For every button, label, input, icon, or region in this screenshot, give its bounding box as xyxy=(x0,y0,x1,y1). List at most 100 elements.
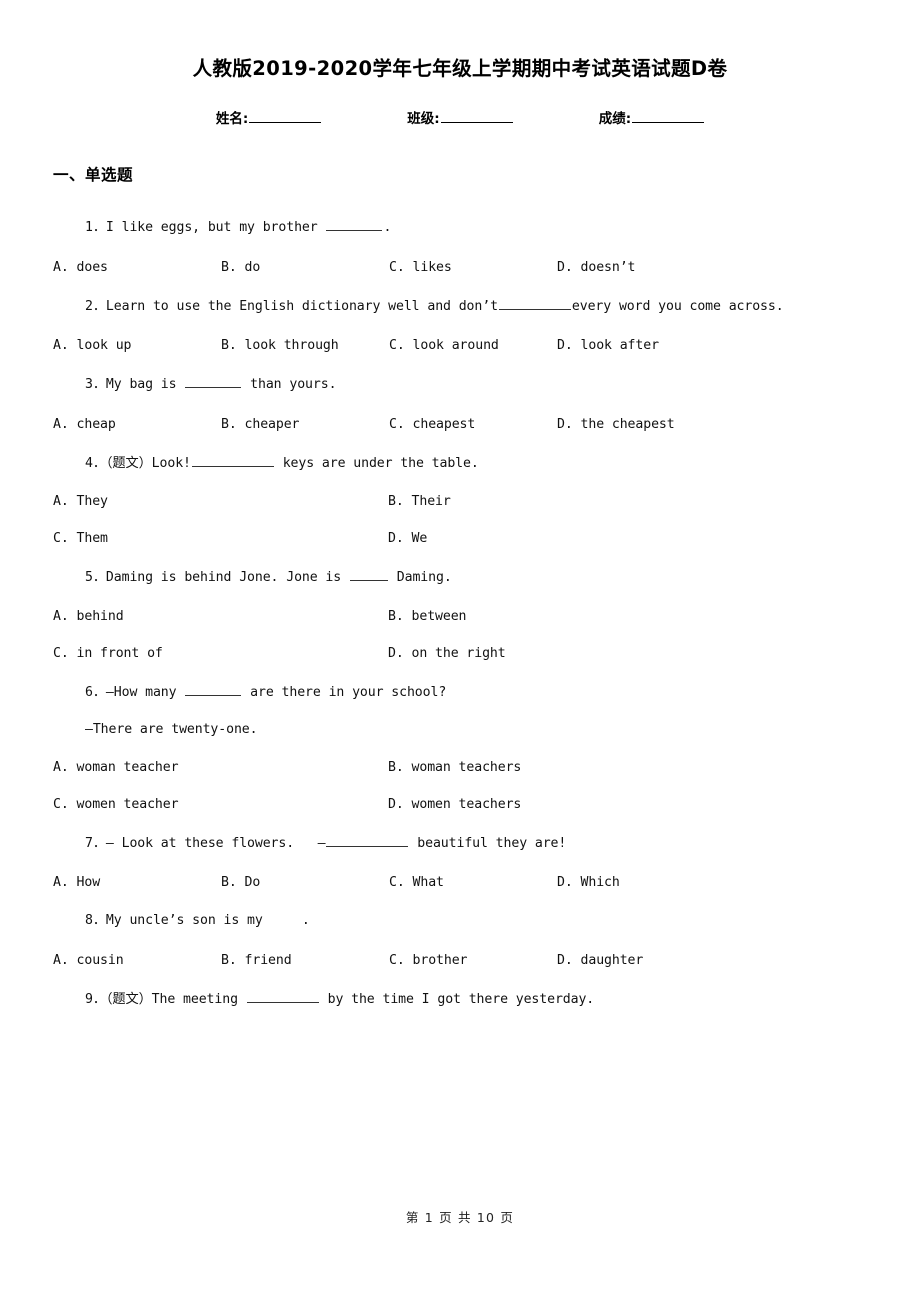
option-choice[interactable]: C. women teacher xyxy=(53,797,388,812)
option-group: A. behind B. between C. in front of D. on t… xyxy=(0,598,920,672)
option-choice[interactable]: B. Their xyxy=(388,494,723,509)
exam-page: 人教版2019-2020学年七年级上学期期中考试英语试题D卷 姓名: 班级: 成… xyxy=(0,0,920,1302)
page-footer: 第 1 页 共 10 页 xyxy=(405,1210,515,1225)
option-row: A. behind B. between xyxy=(53,598,920,635)
answer-blank[interactable] xyxy=(191,455,274,467)
student-name-blank[interactable] xyxy=(249,108,322,124)
question-block: 4．（题文）Look! keys are under the table. A. … xyxy=(0,443,920,558)
option-choice[interactable]: C. look around xyxy=(389,338,557,353)
question-stem-text: 2．Learn to use the English dictionary we… xyxy=(85,298,498,314)
answer-blank[interactable] xyxy=(185,684,242,696)
question-stem-tail: . xyxy=(383,220,392,236)
answer-blank[interactable] xyxy=(349,569,388,582)
answer-blank[interactable] xyxy=(185,376,242,389)
option-choice[interactable]: D. women teachers xyxy=(388,797,723,812)
question-stem-tail: by the time I got there yesterday. xyxy=(319,991,595,1007)
option-choice[interactable]: B. cheaper xyxy=(221,417,389,432)
question-stem-text: 6．—How many xyxy=(85,684,185,700)
option-row: A. cousin B. friend C. brother D. daughter xyxy=(53,941,920,979)
question-stem: 1．I like eggs, but my brother . xyxy=(0,207,920,248)
question-stem-text: 1．I like eggs, but my brother xyxy=(85,220,326,236)
option-group: A. does B. do C. likes D. doesn’t xyxy=(0,248,920,286)
option-row: C. women teacher D. women teachers xyxy=(53,786,920,823)
question-stem-text: 7．— Look at these flowers. — xyxy=(85,835,326,851)
option-group: A. How B. Do C. What D. Which xyxy=(0,863,920,901)
student-score-field: 成绩: xyxy=(598,107,705,128)
option-choice[interactable]: A. cheap xyxy=(53,417,221,432)
option-choice[interactable]: D. daughter xyxy=(557,953,725,968)
option-choice[interactable]: B. woman teachers xyxy=(388,760,723,775)
option-choice[interactable]: A. behind xyxy=(53,609,388,624)
student-class-blank[interactable] xyxy=(440,108,513,124)
option-choice[interactable]: D. on the right xyxy=(388,646,723,661)
question-stem-tail: than yours. xyxy=(242,377,337,393)
question-stem-text: 4．（题文）Look! xyxy=(85,455,191,471)
answer-blank[interactable] xyxy=(326,835,409,847)
question-block: 6．—How many are there in your school? —Th… xyxy=(0,672,920,823)
option-row: A. woman teacher B. woman teachers xyxy=(53,749,920,786)
option-choice[interactable]: D. We xyxy=(388,531,723,546)
option-choice[interactable]: B. do xyxy=(221,260,389,275)
option-choice[interactable]: A. does xyxy=(53,260,221,275)
question-block: 9．（题文）The meeting by the time I got ther… xyxy=(0,979,920,1020)
question-stem-tail: every word you come across. xyxy=(571,298,784,314)
option-choice[interactable]: C. likes xyxy=(389,260,557,275)
question-stem: 8．My uncle’s son is my . xyxy=(0,901,920,941)
option-group: A. woman teacher B. woman teachers C. wome… xyxy=(0,749,920,823)
option-choice[interactable]: A. How xyxy=(53,875,221,890)
question-stem: 4．（题文）Look! keys are under the table. xyxy=(0,443,920,484)
page-title: 人教版2019-2020学年七年级上学期期中考试英语试题D卷 xyxy=(192,57,728,80)
question-stem-text: 8．My uncle’s son is my xyxy=(85,913,271,929)
section-heading-multiple-choice: 一、单选题 xyxy=(53,166,134,185)
option-choice[interactable]: D. look after xyxy=(557,338,725,353)
option-row: A. look up B. look through C. look around D… xyxy=(53,326,920,364)
option-row: A. They B. Their xyxy=(53,483,920,520)
option-choice[interactable]: A. cousin xyxy=(53,953,221,968)
option-choice[interactable]: D. Which xyxy=(557,875,725,890)
option-choice[interactable]: B. look through xyxy=(221,338,389,353)
question-stem: 9．（题文）The meeting by the time I got ther… xyxy=(0,979,920,1020)
answer-blank[interactable] xyxy=(246,991,319,1003)
answer-blank[interactable] xyxy=(498,298,571,310)
option-choice[interactable]: B. Do xyxy=(221,875,389,890)
question-block: 8．My uncle’s son is my . A. cousin B. frie… xyxy=(0,901,920,979)
option-row: A. does B. do C. likes D. doesn’t xyxy=(53,248,920,286)
option-choice[interactable]: A. They xyxy=(53,494,388,509)
option-choice[interactable]: D. the cheapest xyxy=(557,417,725,432)
question-list: 1．I like eggs, but my brother . A. does B.… xyxy=(0,207,920,1019)
question-stem: 7．— Look at these flowers. — beautiful t… xyxy=(0,823,920,864)
question-stem-tail: . xyxy=(270,913,310,929)
question-stem-tail: are there in your school? xyxy=(242,684,447,700)
option-choice[interactable]: A. woman teacher xyxy=(53,760,388,775)
question-stem-text: 9．（题文）The meeting xyxy=(85,991,246,1007)
option-choice[interactable]: C. What xyxy=(389,875,557,890)
option-choice[interactable]: C. in front of xyxy=(53,646,388,661)
student-name-field: 姓名: xyxy=(216,107,322,127)
option-choice[interactable]: D. doesn’t xyxy=(557,260,725,275)
answer-blank[interactable] xyxy=(326,219,383,232)
option-choice[interactable]: C. cheapest xyxy=(389,417,557,432)
question-stem: 6．—How many are there in your school? xyxy=(0,672,920,713)
option-choice[interactable]: B. between xyxy=(388,609,723,624)
question-stem-tail: beautiful they are! xyxy=(409,835,567,851)
option-choice[interactable]: C. brother xyxy=(389,953,557,968)
question-block: 5．Daming is behind Jone. Jone is Daming.… xyxy=(0,557,920,672)
option-row: C. Them D. We xyxy=(53,520,920,557)
option-choice[interactable]: C. Them xyxy=(53,531,388,546)
student-info-row: 姓名: 班级: 成绩: xyxy=(0,107,920,127)
option-group: A. look up B. look through C. look around D… xyxy=(0,326,920,364)
option-choice[interactable]: B. friend xyxy=(221,953,389,968)
student-score-label: 成绩: xyxy=(598,111,632,128)
question-stem: 2．Learn to use the English dictionary we… xyxy=(0,286,920,327)
student-score-blank[interactable] xyxy=(632,108,705,124)
question-stem-tail: Daming. xyxy=(388,570,452,586)
option-row: A. How B. Do C. What D. Which xyxy=(53,863,920,901)
student-class-field: 班级: xyxy=(407,107,513,127)
option-choice[interactable]: A. look up xyxy=(53,338,221,353)
question-stem-tail: keys are under the table. xyxy=(274,455,479,471)
question-block: 2．Learn to use the English dictionary we… xyxy=(0,286,920,365)
option-group: A. cheap B. cheaper C. cheapest D. the chea… xyxy=(0,405,920,443)
option-row: A. cheap B. cheaper C. cheapest D. the chea… xyxy=(53,405,920,443)
question-stem-continuation: —There are twenty-one. xyxy=(85,722,258,738)
question-block: 1．I like eggs, but my brother . A. does B.… xyxy=(0,207,920,286)
